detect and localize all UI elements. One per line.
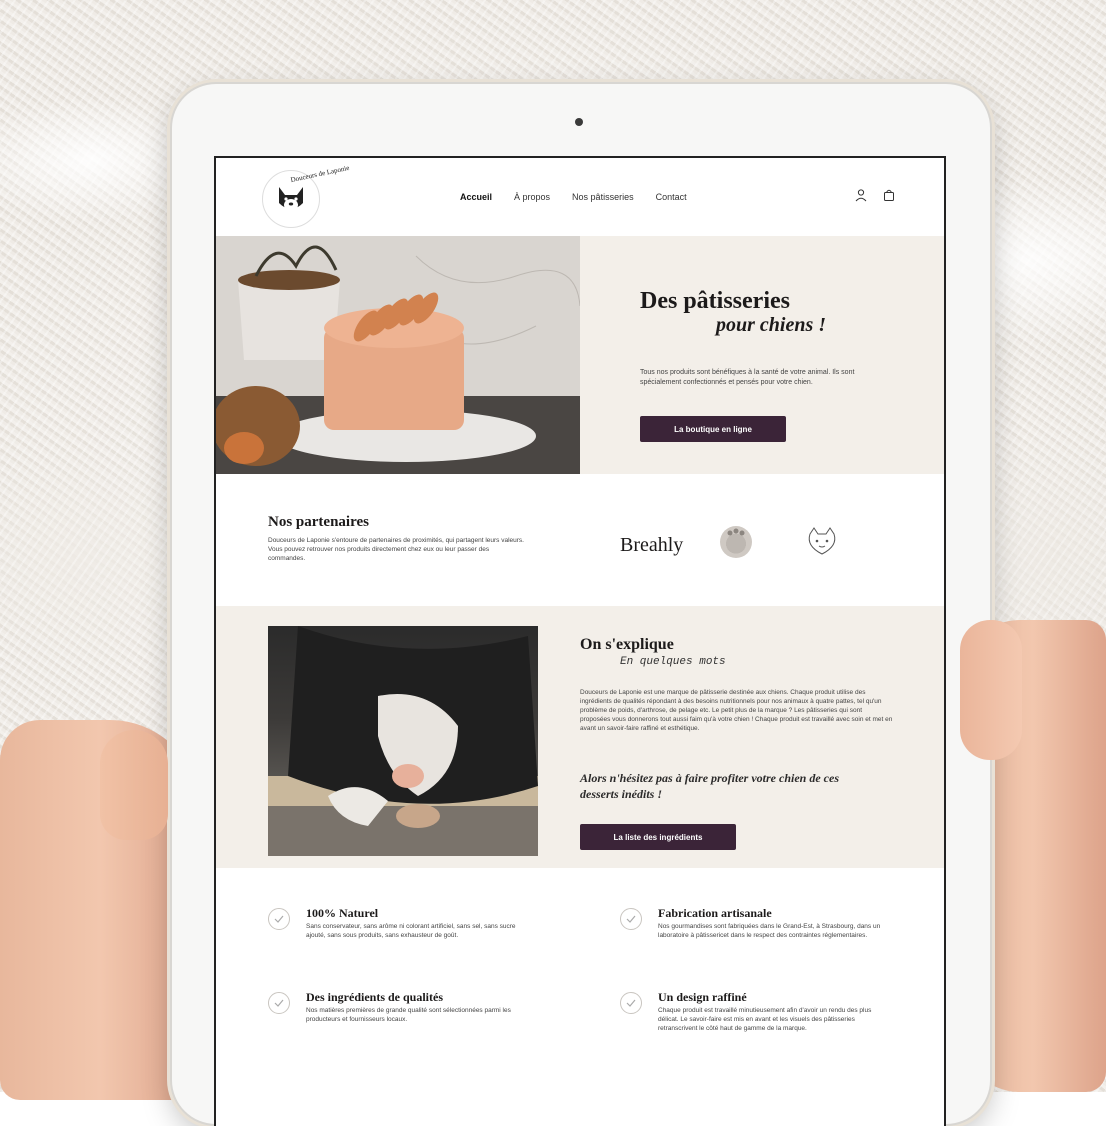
features-section: 100% Naturel Sans conservateur, sans arô…: [216, 868, 944, 1126]
checkmark-icon: [274, 915, 284, 923]
hero-cake-photo: [216, 236, 580, 474]
hero-description: Tous nos produits sont bénéfiques à la s…: [640, 369, 855, 386]
shopping-bag-icon[interactable]: [882, 188, 896, 202]
feature-title: Des ingrédients de qualités: [306, 990, 444, 1004]
left-thumb: [100, 730, 168, 840]
about-subtitle: En quelques mots: [620, 656, 726, 668]
dog-face-icon: [279, 187, 303, 211]
ingredients-list-button[interactable]: La liste des ingrédients: [580, 824, 736, 850]
user-icon[interactable]: [854, 188, 868, 202]
feature-check-badge: [620, 992, 642, 1014]
header-actions: [854, 188, 896, 202]
cake-illustration: [216, 236, 580, 474]
shop-online-button[interactable]: La boutique en ligne: [640, 416, 786, 442]
about-description: Douceurs de Laponie est une marque de pâ…: [580, 689, 893, 732]
partners-title: Nos partenaires: [268, 514, 369, 530]
feature-text: Sans conservateur, sans arôme ni coloran…: [306, 923, 516, 939]
site-header: Douceurs de Laponie Accueil À propos Nos…: [216, 158, 944, 236]
feature-text: Nos gourmandises sont fabriquées dans le…: [658, 923, 881, 939]
feature-check-badge: [620, 908, 642, 930]
feature-title: 100% Naturel: [306, 906, 379, 920]
tablet-device: Douceurs de Laponie Accueil À propos Nos…: [172, 84, 990, 1126]
feature-title: Fabrication artisanale: [658, 906, 772, 920]
partner-logo-cat-icon[interactable]: [802, 526, 842, 560]
partner-logo-paw-badge[interactable]: [720, 526, 752, 558]
feature-check-badge: [268, 992, 290, 1014]
nav-item-a-propos[interactable]: À propos: [514, 192, 550, 202]
nav-item-contact[interactable]: Contact: [656, 192, 687, 202]
checkmark-icon: [626, 915, 636, 923]
checkmark-icon: [626, 999, 636, 1007]
hero-section: Des pâtisseries pour chiens ! Tous nos p…: [216, 236, 944, 474]
feature-text: Nos matières premières de grande qualité…: [306, 1007, 511, 1023]
nav-item-nos-patisseries[interactable]: Nos pâtisseries: [572, 192, 634, 202]
dog-eating-photo: [268, 626, 538, 856]
feature-title: Un design raffiné: [658, 990, 747, 1004]
logo-wordmark: Douceurs de Laponie: [289, 163, 351, 185]
main-nav: Accueil À propos Nos pâtisseries Contact: [460, 192, 687, 202]
partner-logo-breahly[interactable]: Breahly: [620, 534, 683, 557]
hero-title: Des pâtisseries: [640, 288, 790, 314]
dog-illustration: [268, 626, 538, 856]
front-camera: [575, 118, 583, 126]
feature-check-badge: [268, 908, 290, 930]
hero-subtitle: pour chiens !: [716, 314, 827, 336]
partners-section: Nos partenaires Douceurs de Laponie s'en…: [216, 474, 944, 606]
checkmark-icon: [274, 999, 284, 1007]
paw-icon: [727, 528, 745, 536]
website-screen: Douceurs de Laponie Accueil À propos Nos…: [214, 156, 946, 1126]
about-section: On s'explique En quelques mots Douceurs …: [216, 606, 944, 868]
about-title: On s'explique: [580, 636, 674, 653]
nav-item-accueil[interactable]: Accueil: [460, 192, 492, 202]
about-quote: Alors n'hésitez pas à faire profiter vot…: [580, 771, 839, 801]
right-finger: [960, 620, 1022, 760]
feature-text: Chaque produit est travaillé minutieusem…: [658, 1007, 872, 1032]
partners-description: Douceurs de Laponie s'entoure de partena…: [268, 537, 524, 562]
